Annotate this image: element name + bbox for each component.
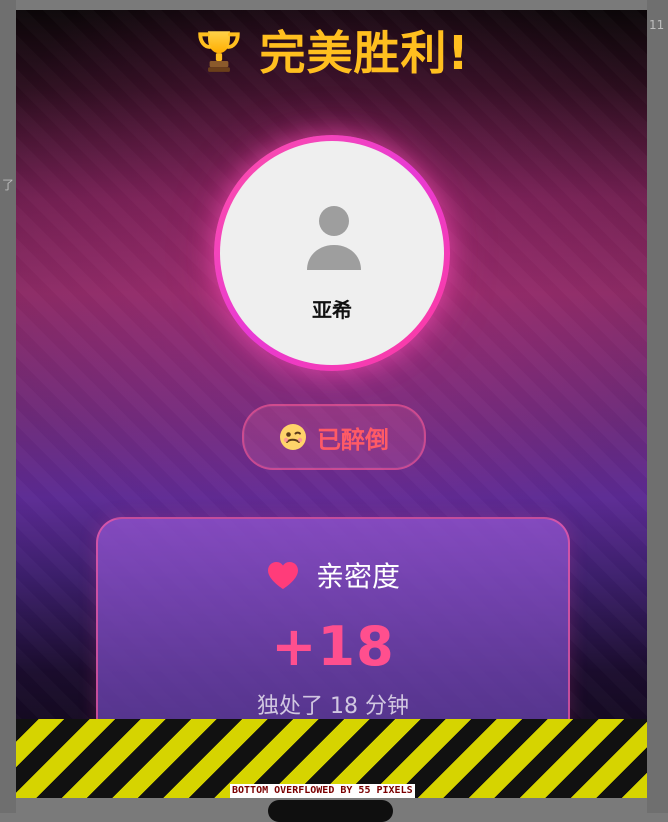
victory-title-text: 完美胜利!: [259, 26, 470, 80]
intimacy-value: +18: [271, 615, 395, 678]
victory-title: 完美胜利!: [16, 20, 647, 80]
status-badge: 已醉倒: [242, 404, 426, 470]
person-icon: [307, 206, 361, 270]
victory-dialog: 完美胜利! 亚希 已醉倒 亲密度 +18 独处了 18 分钟: [16, 10, 647, 798]
heart-icon: [267, 562, 298, 589]
intimacy-header: 亲密度: [98, 555, 568, 595]
background-right-edge: [647, 0, 668, 813]
bottom-handle: [268, 800, 393, 822]
background-edge-text-right: 11: [649, 18, 665, 32]
avatar-ring: 亚希: [214, 135, 450, 371]
woozy-face-icon: [280, 424, 306, 450]
background-edge-text-left: 了: [2, 178, 15, 192]
intimacy-label: 亲密度: [315, 560, 400, 593]
intimacy-subtext: 独处了 18 分钟: [257, 694, 409, 719]
profile-name: 亚希: [312, 298, 352, 322]
trophy-icon: [194, 25, 244, 75]
avatar: 亚希: [220, 141, 444, 365]
overflow-warning-label: BOTTOM OVERFLOWED BY 55 PIXELS: [230, 784, 415, 798]
background-left-edge: [0, 0, 16, 813]
status-label: 已醉倒: [317, 425, 389, 454]
